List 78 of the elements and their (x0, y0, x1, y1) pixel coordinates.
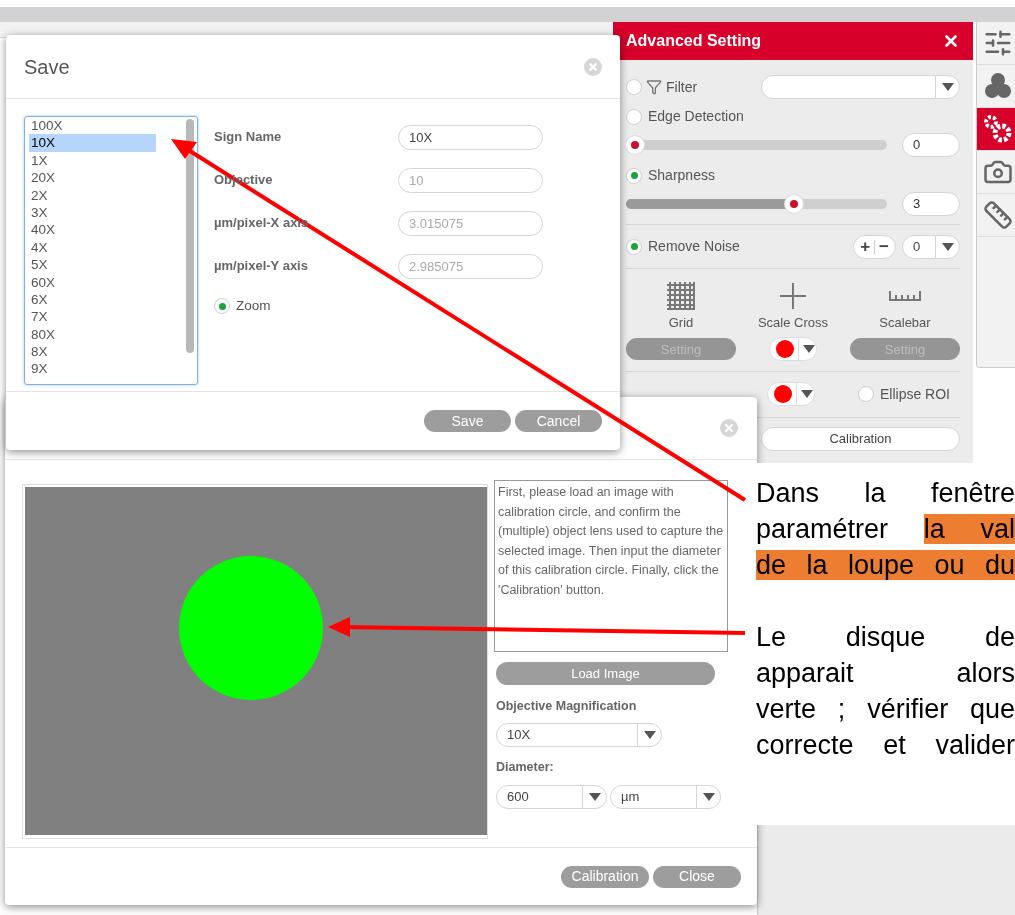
dialog-title: Save (24, 54, 70, 80)
caret-icon (643, 730, 656, 739)
annotation-text: apparait alors (756, 657, 1015, 690)
radio-button[interactable] (626, 167, 642, 184)
list-item[interactable]: 7X (29, 308, 156, 326)
plus-icon (780, 283, 806, 309)
radio-button[interactable] (626, 238, 642, 255)
caret-icon (941, 83, 954, 91)
noise-dropdown[interactable]: 0 (902, 234, 960, 259)
field-label: Sign Name (214, 128, 283, 147)
field-label: µm/pixel-Y axis (214, 257, 309, 276)
plus-button[interactable]: + (860, 233, 871, 260)
list-item[interactable]: 40X (29, 221, 156, 239)
magnification-list[interactable]: 100X 10X 1X 20X 2X 3X 40X 4X 5X 60X 6X 7X 80X 8X 9X (24, 116, 198, 385)
calibration-button[interactable]: Calibration (761, 426, 960, 451)
number-field[interactable]: 0 (902, 133, 960, 157)
sharpness-label: Sharpness (648, 166, 715, 185)
slider[interactable] (626, 136, 887, 154)
annotation-text: paramétrer la val (756, 513, 1015, 546)
unit-dropdown[interactable]: µm (610, 784, 721, 809)
grid-icon (666, 281, 696, 311)
magnification-dropdown[interactable]: 10X (496, 722, 662, 747)
caret-icon (588, 792, 601, 801)
text-field[interactable]: 10X (398, 124, 543, 150)
annotation-text: correcte et valider (756, 729, 1015, 762)
ellipse-roi-label: Ellipse ROI (879, 384, 950, 404)
tool-label: Scalebar (879, 314, 931, 332)
diameter-label: Diameter: (496, 758, 555, 776)
list-item[interactable]: 1X (29, 151, 156, 170)
magnification-label: Objective Magnification (496, 698, 638, 715)
slider-thumb[interactable] (626, 136, 644, 154)
list-item[interactable]: 3X (29, 203, 156, 222)
edge-detection-label: Edge Detection (648, 107, 744, 126)
radio-button[interactable] (626, 79, 642, 95)
tool-label: Scale Cross (757, 314, 829, 332)
list-item[interactable]: 8X (29, 343, 156, 361)
number-field[interactable]: 3 (902, 192, 960, 216)
tool-label: Grid (668, 314, 694, 332)
panel-title: Advanced Setting (626, 31, 762, 51)
remove-noise-label: Remove Noise (648, 237, 740, 256)
color-dropdown[interactable] (767, 382, 815, 406)
caret-icon (941, 242, 954, 251)
annotation-text: verte ; vérifier que (756, 693, 1015, 726)
sliders-icon (983, 28, 1013, 58)
list-item[interactable]: 10X (29, 134, 156, 152)
slider-thumb[interactable] (785, 195, 804, 213)
caret-icon (803, 344, 815, 353)
circles-icon (983, 71, 1013, 101)
minus-button[interactable]: − (879, 233, 889, 260)
list-item[interactable]: 80X (29, 325, 156, 344)
list-item[interactable]: 5X (29, 256, 156, 274)
filter-icon (646, 79, 662, 95)
gears-icon (983, 114, 1013, 144)
radio-button[interactable] (626, 108, 642, 125)
scalebar-icon (889, 291, 921, 301)
list-item[interactable]: 4X (29, 238, 156, 257)
instructions-box: First, please load an image with calibration circle, and confirm the (multiple) object lens used to capture the selected image. Then input the diameter of this calibration circle. Finally, click the 'Calibration' button. (494, 480, 728, 652)
list-item[interactable]: 100X (29, 117, 156, 135)
slider[interactable] (626, 195, 887, 213)
color-dropdown[interactable] (769, 336, 817, 361)
scrollbar[interactable] (186, 119, 194, 353)
caret-icon (801, 390, 813, 398)
caret-icon (702, 792, 715, 801)
list-item[interactable]: 20X (29, 169, 156, 187)
radio-button[interactable] (857, 386, 874, 402)
radio-button[interactable] (214, 298, 230, 315)
close-icon[interactable] (942, 32, 960, 50)
annotation-text: Le disque de (756, 621, 1015, 654)
list-item[interactable]: 9X (29, 360, 156, 378)
list-item[interactable]: 2X (29, 186, 156, 204)
ruler-icon (983, 200, 1013, 230)
annotation-text: de la loupe ou du (756, 549, 1015, 582)
filter-label: Filter (666, 77, 698, 97)
zoom-label: Zoom (236, 297, 271, 315)
diameter-dropdown[interactable]: 600 (496, 784, 607, 809)
list-item[interactable]: 60X (29, 273, 156, 291)
annotation-text: Dans la fenêtre (756, 477, 1015, 510)
list-item[interactable]: 6X (29, 290, 156, 309)
